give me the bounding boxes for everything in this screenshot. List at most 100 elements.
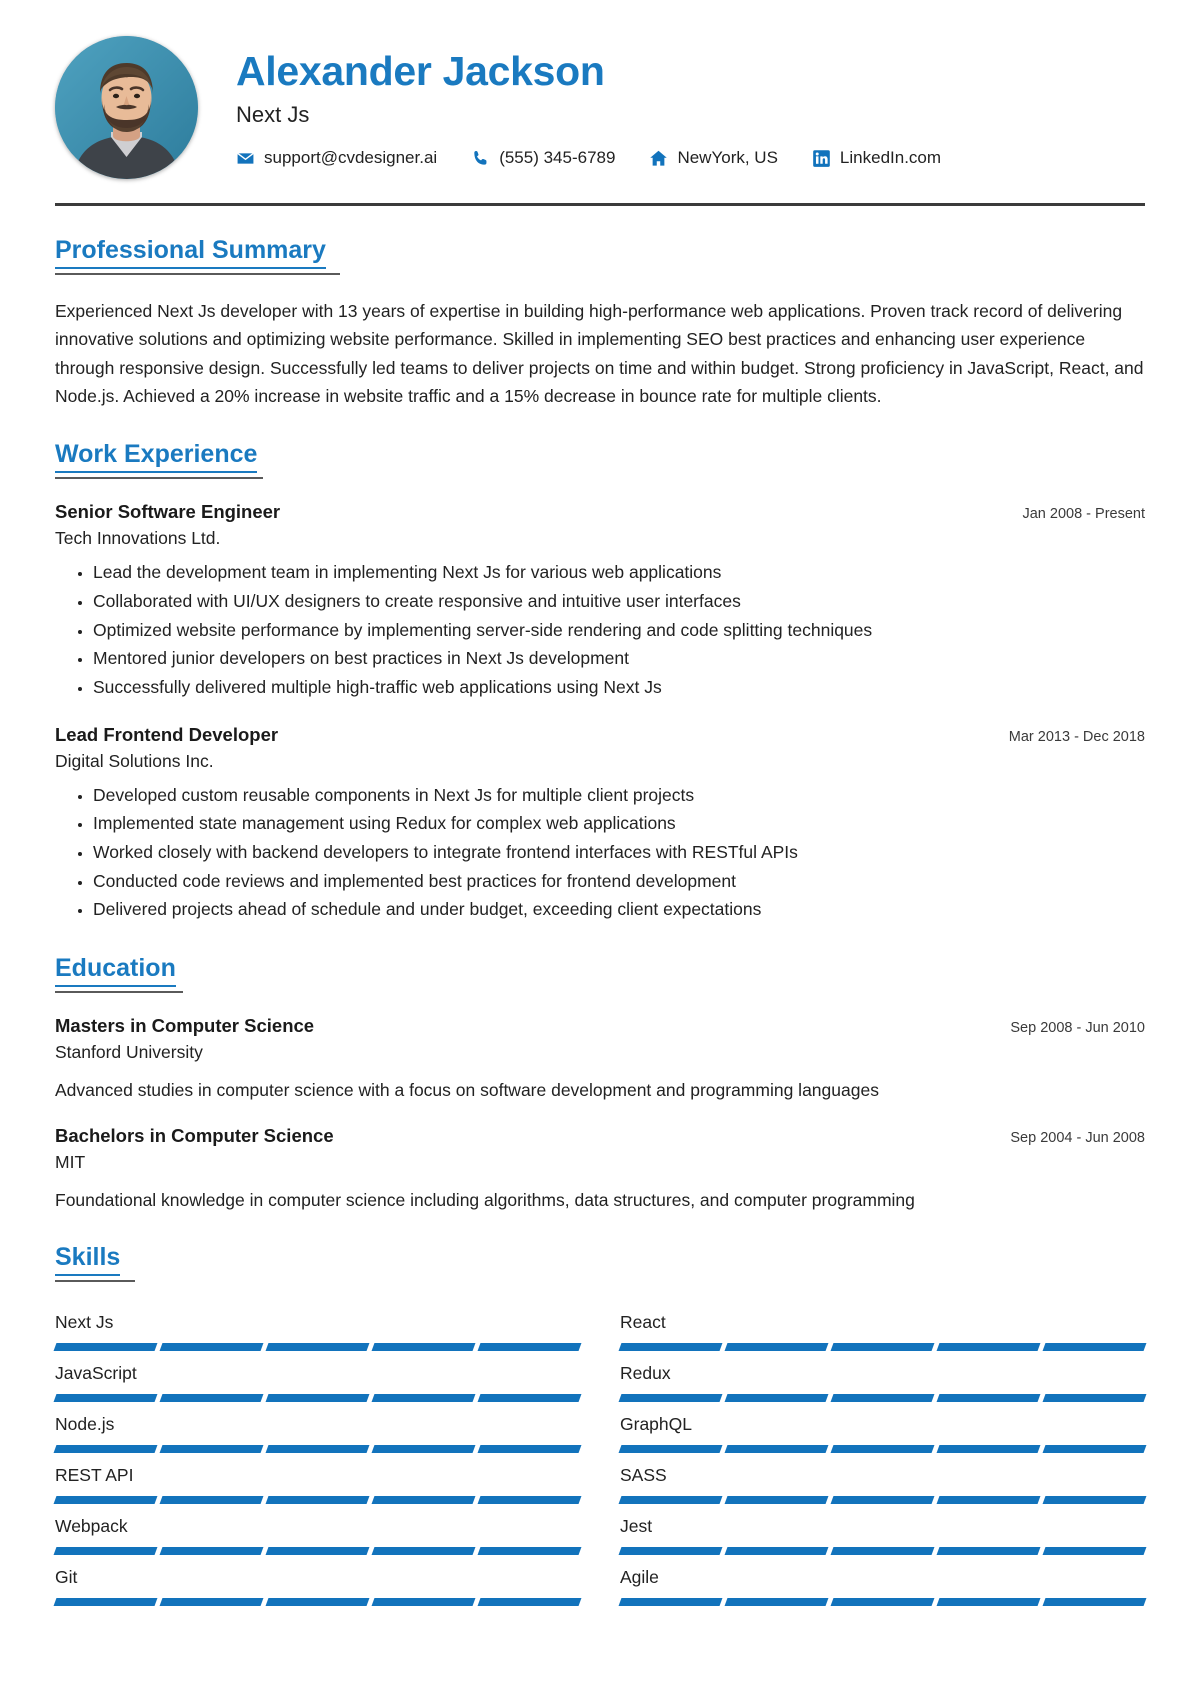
skill-level-bar	[618, 1547, 1147, 1556]
skill-level-segment	[477, 1343, 582, 1352]
skill-level-bar	[618, 1343, 1147, 1352]
education-school: MIT	[55, 1152, 86, 1173]
list-item: Implemented state management using Redux…	[93, 810, 1145, 838]
section-heading-work: Work Experience	[55, 440, 258, 474]
list-item: Optimized website performance by impleme…	[93, 617, 1145, 645]
list-item: Developed custom reusable components in …	[93, 782, 1145, 810]
skill-level-bar	[53, 1496, 582, 1505]
education-entry-head: Bachelors in Computer Science Sep 2004 -…	[55, 1125, 1145, 1147]
skill-name: SASS	[620, 1465, 667, 1486]
skill-level-segment	[159, 1394, 264, 1403]
list-item: Mentored junior developers on best pract…	[93, 645, 1145, 673]
skill-level-segment	[618, 1394, 723, 1403]
skill-level-segment	[371, 1445, 476, 1454]
resume-page: Alexander Jackson Next Js support@cvdesi…	[0, 0, 1200, 1684]
skill-level-segment	[724, 1445, 829, 1454]
avatar	[55, 36, 198, 179]
skill-level-segment	[936, 1394, 1041, 1403]
skill-level-segment	[159, 1547, 264, 1556]
linkedin-icon	[812, 149, 831, 168]
skill-level-segment	[265, 1343, 370, 1352]
contact-linkedin-text: LinkedIn.com	[839, 148, 942, 168]
skill-name: GraphQL	[620, 1414, 692, 1435]
skill-item: Webpack	[53, 1504, 582, 1556]
section-rule	[55, 273, 340, 275]
summary-text: Experienced Next Js developer with 13 ye…	[55, 301, 1144, 407]
education-description: Advanced studies in computer science wit…	[55, 1079, 879, 1100]
education-date-range: Sep 2008 - Jun 2010	[1010, 1019, 1145, 1036]
section-work-experience: Work Experience Senior Software Engineer…	[55, 440, 1145, 923]
skill-item: Node.js	[53, 1402, 582, 1454]
work-entry-head: Lead Frontend Developer Mar 2013 - Dec 2…	[55, 724, 1145, 746]
list-item: Delivered projects ahead of schedule and…	[93, 896, 1145, 924]
skill-name: Git	[55, 1567, 78, 1588]
work-job-title: Lead Frontend Developer	[55, 723, 279, 745]
skill-level-bar	[53, 1547, 582, 1556]
skill-name: Webpack	[55, 1516, 128, 1537]
section-professional-summary: Professional Summary Experienced Next Js…	[55, 236, 1145, 410]
skill-item: Git	[53, 1555, 582, 1607]
skill-level-segment	[1042, 1343, 1147, 1352]
skill-name: Agile	[620, 1567, 659, 1588]
contact-phone[interactable]: (555) 345-6789	[471, 148, 615, 168]
skill-name: React	[620, 1312, 666, 1333]
skill-level-segment	[371, 1547, 476, 1556]
skill-level-bar	[618, 1445, 1147, 1454]
list-item: Worked closely with backend developers t…	[93, 839, 1145, 867]
work-bullets: Developed custom reusable components in …	[55, 782, 1145, 924]
skill-level-segment	[53, 1496, 158, 1505]
skill-level-segment	[936, 1445, 1041, 1454]
skill-level-segment	[53, 1547, 158, 1556]
skill-level-segment	[159, 1445, 264, 1454]
list-item: Conducted code reviews and implemented b…	[93, 868, 1145, 896]
work-bullets: Lead the development team in implementin…	[55, 559, 1145, 701]
education-date-range: Sep 2004 - Jun 2008	[1010, 1130, 1145, 1147]
skill-item: GraphQL	[618, 1402, 1147, 1454]
skill-level-bar	[618, 1598, 1147, 1607]
skill-level-segment	[618, 1547, 723, 1556]
skill-item: React	[618, 1300, 1147, 1352]
work-job-title: Senior Software Engineer	[55, 501, 281, 523]
list-item: Successfully delivered multiple high-tra…	[93, 674, 1145, 702]
skill-item: JavaScript	[53, 1351, 582, 1403]
contact-location[interactable]: NewYork, US	[649, 148, 778, 168]
skill-name: REST API	[55, 1465, 134, 1486]
contact-email[interactable]: support@cvdesigner.ai	[236, 148, 437, 168]
header-divider	[55, 203, 1145, 206]
skill-level-segment	[724, 1496, 829, 1505]
section-heading-skills: Skills	[55, 1243, 121, 1277]
header-text-block: Alexander Jackson Next Js support@cvdesi…	[198, 36, 1145, 168]
contact-linkedin[interactable]: LinkedIn.com	[812, 148, 941, 168]
section-skills: Skills Next Js React JavaScript Redux Node.j…	[53, 1243, 1147, 1607]
contact-email-text: support@cvdesigner.ai	[264, 148, 438, 168]
skill-level-segment	[159, 1343, 264, 1352]
skill-level-segment	[265, 1547, 370, 1556]
skill-level-bar	[618, 1496, 1147, 1505]
skill-level-segment	[830, 1496, 935, 1505]
skill-level-segment	[618, 1598, 723, 1607]
skill-level-segment	[618, 1496, 723, 1505]
skill-level-segment	[724, 1394, 829, 1403]
skill-level-segment	[1042, 1547, 1147, 1556]
job-title: Next Js	[236, 102, 310, 128]
skill-item: Agile	[618, 1555, 1147, 1607]
education-entry: Masters in Computer Science Sep 2008 - J…	[55, 1015, 1145, 1103]
skill-name: Node.js	[55, 1414, 115, 1435]
skills-grid: Next Js React JavaScript Redux Node.js GraphQ…	[53, 1300, 1147, 1607]
section-heading-summary: Professional Summary	[55, 236, 326, 269]
skill-level-segment	[830, 1394, 935, 1403]
list-item: Lead the development team in implementin…	[93, 559, 1145, 587]
skill-level-segment	[1042, 1598, 1147, 1607]
skill-level-bar	[618, 1394, 1147, 1403]
section-rule	[55, 477, 263, 480]
skill-level-segment	[159, 1598, 264, 1607]
section-heading-education: Education	[55, 954, 176, 987]
skill-level-segment	[724, 1598, 829, 1607]
education-entry: Bachelors in Computer Science Sep 2004 -…	[55, 1125, 1145, 1213]
phone-icon	[471, 149, 490, 168]
education-school: Stanford University	[55, 1041, 203, 1062]
skill-level-segment	[371, 1598, 476, 1607]
skill-level-segment	[830, 1445, 935, 1454]
skill-level-segment	[265, 1445, 370, 1454]
skill-level-segment	[53, 1445, 158, 1454]
